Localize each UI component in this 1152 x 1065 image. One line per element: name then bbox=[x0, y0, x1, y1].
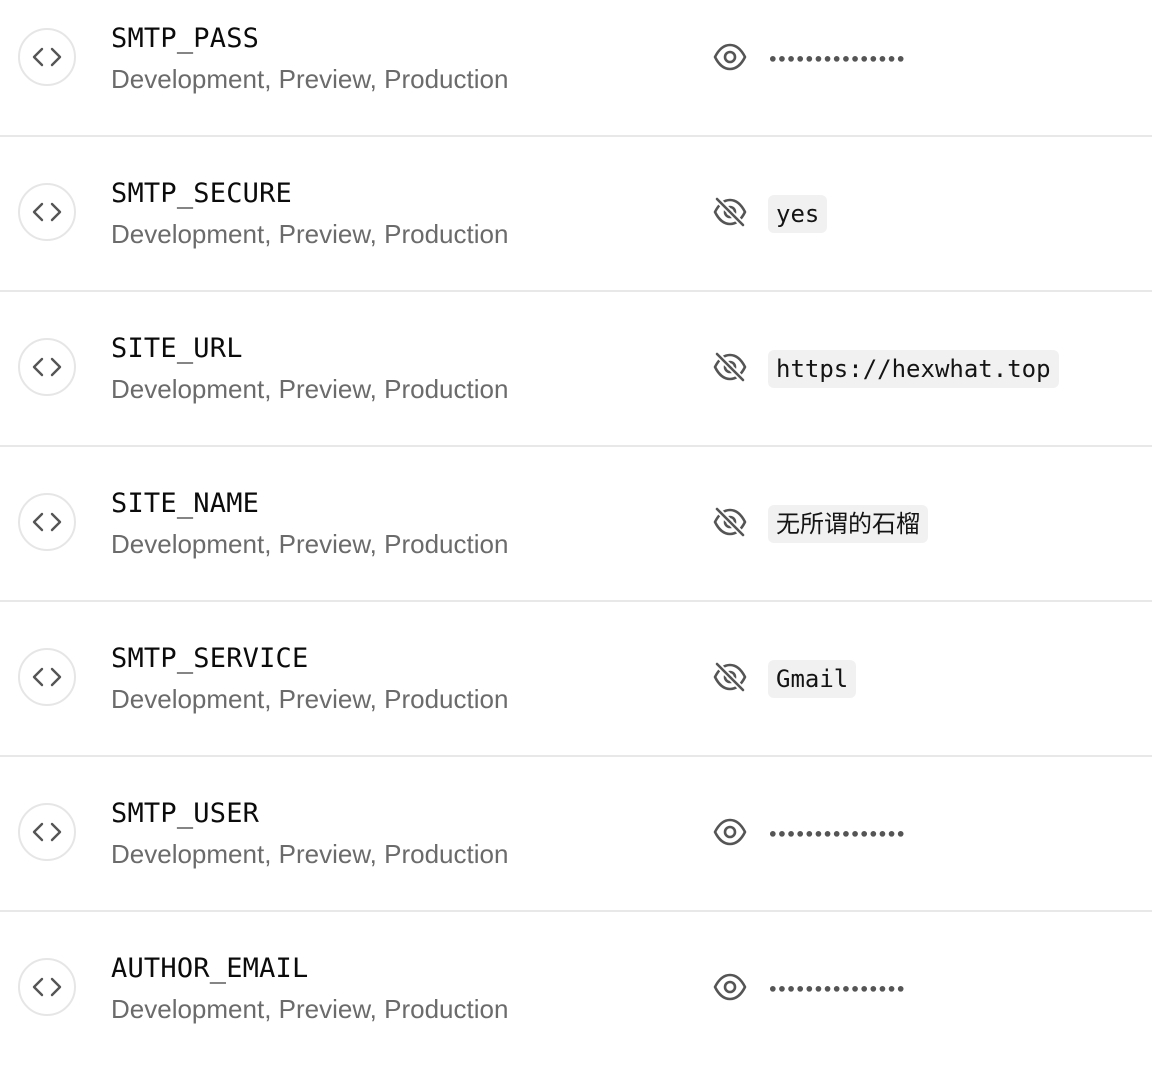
env-variable-value: https://hexwhat.top bbox=[768, 350, 1059, 388]
env-variable-row-site-name[interactable]: SITE_NAME Development, Preview, Producti… bbox=[0, 447, 1152, 602]
env-variable-row-site-url[interactable]: SITE_URL Development, Preview, Productio… bbox=[0, 292, 1152, 447]
code-brackets-icon bbox=[18, 28, 76, 86]
env-variable-value: ••••••••••••••• bbox=[768, 815, 906, 853]
env-variable-name: SITE_URL bbox=[111, 333, 243, 364]
toggle-visibility-button[interactable] bbox=[711, 972, 749, 1006]
env-variable-value: ••••••••••••••• bbox=[768, 40, 906, 78]
env-variable-row-author-email[interactable]: AUTHOR_EMAIL Development, Preview, Produ… bbox=[0, 912, 1152, 1065]
env-variable-targets: Development, Preview, Production bbox=[111, 374, 509, 404]
env-variable-row-smtp-service[interactable]: SMTP_SERVICE Development, Preview, Produ… bbox=[0, 602, 1152, 757]
eye-off-icon bbox=[712, 660, 748, 698]
env-value-text[interactable]: yes bbox=[768, 195, 828, 233]
toggle-visibility-button[interactable] bbox=[711, 42, 749, 76]
toggle-visibility-button[interactable] bbox=[711, 195, 749, 233]
code-brackets-icon bbox=[18, 493, 76, 551]
env-variable-value: 无所谓的石榴 bbox=[768, 505, 928, 543]
env-value-masked: ••••••••••••••• bbox=[768, 979, 906, 999]
code-brackets-icon bbox=[18, 803, 76, 861]
env-variable-targets: Development, Preview, Production bbox=[111, 839, 509, 869]
env-variable-row-smtp-pass[interactable]: SMTP_PASS Development, Preview, Producti… bbox=[0, 0, 1152, 137]
toggle-visibility-button[interactable] bbox=[711, 817, 749, 851]
eye-off-icon bbox=[712, 350, 748, 388]
env-variable-row-smtp-secure[interactable]: SMTP_SECURE Development, Preview, Produc… bbox=[0, 137, 1152, 292]
eye-icon bbox=[712, 971, 748, 1008]
env-variable-value: yes bbox=[768, 195, 828, 233]
code-brackets-icon bbox=[18, 183, 76, 241]
env-variable-targets: Development, Preview, Production bbox=[111, 219, 509, 249]
env-variable-name: AUTHOR_EMAIL bbox=[111, 953, 309, 984]
env-value-masked: ••••••••••••••• bbox=[768, 824, 906, 844]
env-variable-targets: Development, Preview, Production bbox=[111, 64, 509, 94]
eye-off-icon bbox=[712, 195, 748, 233]
toggle-visibility-button[interactable] bbox=[711, 350, 749, 388]
env-variable-list: SMTP_PASS Development, Preview, Producti… bbox=[0, 0, 1152, 1065]
env-value-text[interactable]: 无所谓的石榴 bbox=[768, 505, 928, 543]
env-value-text[interactable]: https://hexwhat.top bbox=[768, 350, 1059, 388]
env-variable-name: SITE_NAME bbox=[111, 488, 260, 519]
env-variable-targets: Development, Preview, Production bbox=[111, 994, 509, 1024]
code-brackets-icon bbox=[18, 648, 76, 706]
eye-icon bbox=[712, 816, 748, 853]
code-brackets-icon bbox=[18, 958, 76, 1016]
env-variable-name: SMTP_SECURE bbox=[111, 178, 293, 209]
toggle-visibility-button[interactable] bbox=[711, 505, 749, 543]
env-variable-row-smtp-user[interactable]: SMTP_USER Development, Preview, Producti… bbox=[0, 757, 1152, 912]
env-variable-name: SMTP_USER bbox=[111, 798, 260, 829]
env-variable-name: SMTP_PASS bbox=[111, 23, 260, 54]
eye-icon bbox=[712, 41, 748, 78]
env-variable-targets: Development, Preview, Production bbox=[111, 529, 509, 559]
toggle-visibility-button[interactable] bbox=[711, 660, 749, 698]
code-brackets-icon bbox=[18, 338, 76, 396]
env-variable-value: Gmail bbox=[768, 660, 857, 698]
env-variable-targets: Development, Preview, Production bbox=[111, 684, 509, 714]
env-value-text[interactable]: Gmail bbox=[768, 660, 857, 698]
eye-off-icon bbox=[712, 505, 748, 543]
env-variable-value: ••••••••••••••• bbox=[768, 970, 906, 1008]
env-variable-name: SMTP_SERVICE bbox=[111, 643, 309, 674]
env-value-masked: ••••••••••••••• bbox=[768, 49, 906, 69]
